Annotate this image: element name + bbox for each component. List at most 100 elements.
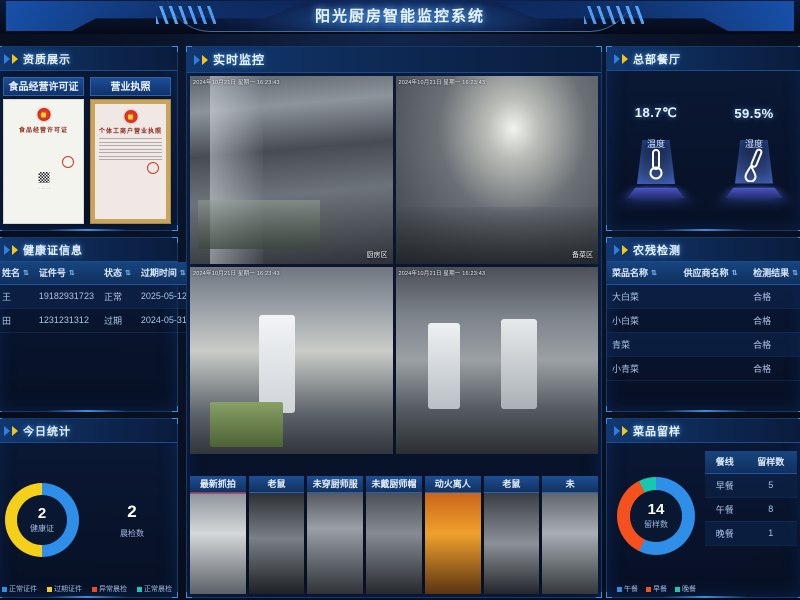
video-tile-4[interactable]: 2024年10月21日 星期一 16:23:43 <box>395 266 598 454</box>
sort-icon[interactable]: ⇅ <box>732 270 738 277</box>
snapshot-image[interactable] <box>307 493 364 594</box>
video-tile-1[interactable]: 2024年10月21日 星期一 16:23:43 厨房区 <box>190 76 393 264</box>
certificate-image-business-license[interactable]: 个体工商户营业执照 <box>90 99 171 224</box>
legend-item-lunch[interactable]: 午餐 <box>617 584 638 594</box>
panel-today-header: 今日统计 <box>0 419 177 443</box>
sort-icon[interactable]: ⇅ <box>125 270 131 277</box>
video-tile-2[interactable]: 2024年10月21日 星期一 16:23:43 备菜区 <box>395 76 598 264</box>
cell-result: 合格 <box>748 332 800 357</box>
certificate-doc-title: 食品经营许可证 <box>18 128 68 134</box>
table-row[interactable]: 大白菜 合格 <box>607 284 800 309</box>
snapshot-label: 最新抓拍 <box>190 476 246 493</box>
table-row[interactable]: 小白菜 合格 <box>607 308 800 333</box>
column-header-dish[interactable]: 菜品名称 ⇅ <box>607 262 679 285</box>
morning-check-label: 晨检数 <box>120 528 144 538</box>
sort-icon[interactable]: ⇅ <box>651 270 657 277</box>
panel-health-title: 健康证信息 <box>23 244 83 257</box>
table-row[interactable]: 青菜 合格 <box>607 332 800 357</box>
snapshot-label: 未 <box>542 476 598 493</box>
snapshot-label: 老鼠 <box>483 476 540 493</box>
donut-chart-sample-retention: 14 留样数 <box>617 477 695 555</box>
donut-center-label: 健康证 <box>30 524 54 533</box>
table-row[interactable]: 早餐 5 <box>705 473 797 498</box>
panel-live-monitor: 实时监控 2024年10月21日 星期一 16:23:43 厨房区 2024年1… <box>186 46 602 598</box>
table-row[interactable]: 午餐 8 <box>705 497 797 522</box>
health-certificate-table: 姓名 ⇅ 证件号 ⇅ 状态 ⇅ 过期时间 ⇅ 王 19182931723 正常 2025… <box>0 262 192 333</box>
table-row[interactable]: 田 1231231312 过期 2024-05-31 <box>0 308 192 333</box>
panel-pesticide: 农残检测 菜品名称 ⇅ 供应商名称 ⇅ 检测结果 ⇅ 大白菜 合格 小白菜 合格… <box>606 237 800 412</box>
panel-health-header: 健康证信息 <box>0 238 177 262</box>
snapshot-image[interactable] <box>542 493 598 594</box>
panel-today-title: 今日统计 <box>23 425 71 438</box>
table-row[interactable]: 小青菜 合格 <box>607 356 800 381</box>
column-header-supplier[interactable]: 供应商名称 ⇅ <box>678 262 749 285</box>
snapshot-item[interactable]: 老鼠 <box>248 476 305 594</box>
cell-status: 正常 <box>98 284 136 309</box>
panel-qualification-title: 资质展示 <box>23 53 71 66</box>
play-triangle-accent-icon <box>12 244 18 255</box>
snapshot-image[interactable] <box>190 493 246 594</box>
panel-pesticide-title: 农残检测 <box>633 244 681 257</box>
video-zone-label: 备菜区 <box>572 251 593 259</box>
column-header-name[interactable]: 姓名 ⇅ <box>0 262 34 285</box>
legend-item-expired-cert[interactable]: 过期证件 <box>47 584 82 594</box>
certificate-image-food-license[interactable]: 食品经营许可证 · · · · · · <box>3 99 84 224</box>
snapshot-item[interactable]: 动火离人 <box>424 476 481 594</box>
snapshot-image[interactable] <box>483 493 540 594</box>
column-header-result[interactable]: 检测结果 ⇅ <box>748 262 800 285</box>
column-header-status[interactable]: 状态 ⇅ <box>98 262 136 285</box>
table-header-row: 姓名 ⇅ 证件号 ⇅ 状态 ⇅ 过期时间 ⇅ <box>0 262 192 285</box>
table-row[interactable]: 晚餐 1 <box>705 521 797 546</box>
cell-dish: 小白菜 <box>607 308 679 333</box>
legend-item-dinner[interactable]: 晚餐 <box>675 584 696 594</box>
certificate-card-business-license[interactable]: 营业执照 个体工商户营业执照 <box>90 77 171 224</box>
snapshot-image[interactable] <box>366 493 422 594</box>
video-tile-3[interactable]: 2024年10月21日 星期一 16:23:43 <box>190 266 393 454</box>
column-header-meal: 餐线 <box>705 451 745 474</box>
panel-sample-title: 菜品留样 <box>633 425 681 438</box>
cell-name: 王 <box>0 284 34 309</box>
snapshot-item[interactable]: 最新抓拍 <box>190 476 246 594</box>
certificate-seal-icon <box>61 156 74 168</box>
column-header-count: 留样数 <box>744 451 797 474</box>
column-header-id[interactable]: 证件号 ⇅ <box>33 262 99 285</box>
certificate-card-food-license[interactable]: 食品经营许可证 食品经营许可证 · · · · · · <box>3 77 84 224</box>
national-emblem-icon <box>124 110 137 123</box>
legend-item-breakfast[interactable]: 早餐 <box>646 584 667 594</box>
cell-id: 19182931723 <box>33 284 99 309</box>
sample-retention-legend: 午餐 早餐 晚餐 <box>607 584 800 594</box>
sort-icon[interactable]: ⇅ <box>180 270 186 277</box>
video-timestamp: 2024年10月21日 星期一 16:23:43 <box>193 270 280 277</box>
snapshot-label: 老鼠 <box>248 476 305 493</box>
snapshot-image[interactable] <box>424 493 481 594</box>
legend-item-abnormal-check[interactable]: 异常晨检 <box>92 584 127 594</box>
certificate-seal-icon <box>146 162 159 174</box>
qr-code-icon <box>38 172 49 183</box>
cell-meal: 午餐 <box>705 497 745 522</box>
stat-health-cert: 2 健康证 <box>0 483 87 557</box>
sort-icon[interactable]: ⇅ <box>23 270 29 277</box>
legend-item-normal-cert[interactable]: 正常证件 <box>2 584 37 594</box>
snapshot-image[interactable] <box>248 493 305 594</box>
legend-item-normal-check[interactable]: 正常晨检 <box>137 584 172 594</box>
sample-retention-table: 餐线 留样数 早餐 5 午餐 8 晚餐 1 <box>705 451 797 546</box>
play-triangle-icon <box>4 425 10 436</box>
snapshot-item[interactable]: 老鼠 <box>483 476 540 594</box>
env-gauge-humidity: 59.5% 湿度 <box>715 106 793 200</box>
snapshot-item[interactable]: 未穿厨师服 <box>307 476 364 594</box>
sort-icon[interactable]: ⇅ <box>792 270 798 277</box>
certificate-caption: 食品经营许可证 <box>3 77 84 96</box>
sort-icon[interactable]: ⇅ <box>69 270 75 277</box>
snapshot-label: 动火离人 <box>424 476 481 493</box>
morning-check-value: 2 <box>127 501 137 521</box>
table-row[interactable]: 王 19182931723 正常 2025-05-12 <box>0 284 192 309</box>
cell-count: 8 <box>744 497 797 522</box>
snapshot-item[interactable]: 未 <box>542 476 598 594</box>
snapshot-item[interactable]: 未戴厨师帽 <box>366 476 422 594</box>
cell-dish: 小青菜 <box>607 356 679 381</box>
table-header-row: 菜品名称 ⇅ 供应商名称 ⇅ 检测结果 ⇅ <box>607 262 800 285</box>
panel-sample-header: 菜品留样 <box>607 419 800 443</box>
donut-center-label: 留样数 <box>644 520 668 529</box>
panel-monitor-title: 实时监控 <box>213 53 266 67</box>
column-header-expire[interactable]: 过期时间 ⇅ <box>135 262 192 285</box>
